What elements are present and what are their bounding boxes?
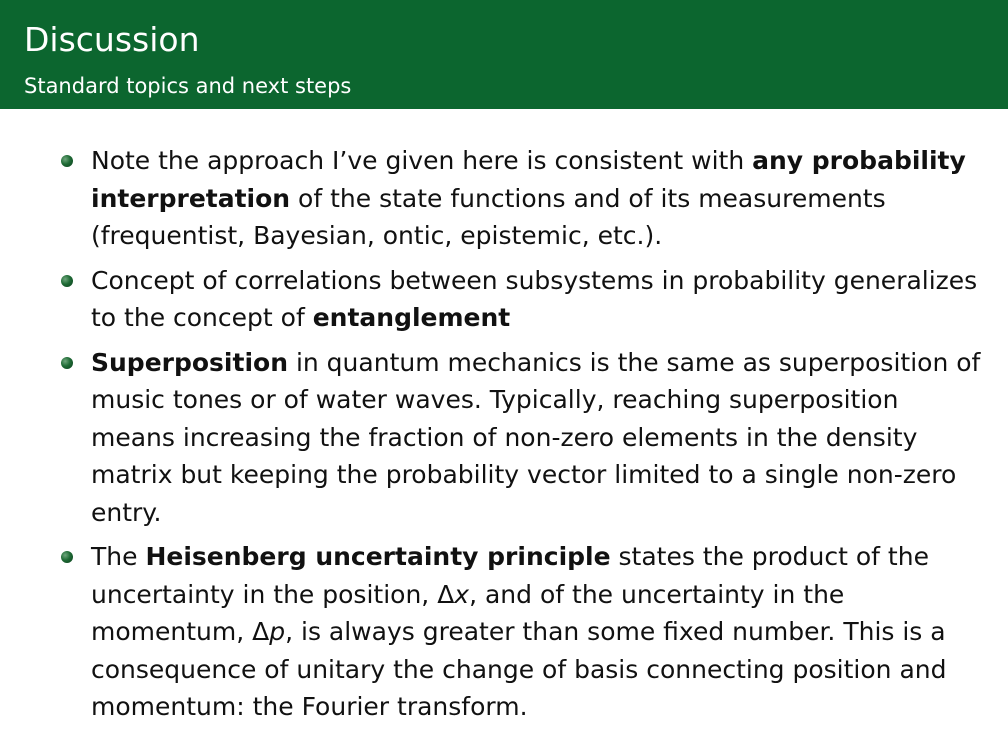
bullet-item: Superposition in quantum mechanics is th… (0, 344, 1008, 532)
bold-term: Superposition (91, 347, 288, 377)
text-run: consequence of unitary the change of bas… (91, 654, 947, 684)
bullet-line: matrix but keeping the probability vecto… (91, 456, 998, 494)
text-run: Δ (252, 617, 270, 646)
bullet-line: consequence of unitary the change of bas… (91, 651, 998, 689)
bullet-item: Concept of correlations between subsyste… (0, 262, 1008, 337)
text-run: matrix but keeping the probability vecto… (91, 460, 957, 489)
math-symbol: x (454, 579, 470, 609)
bullet-dot-icon (61, 551, 73, 563)
text-run: , and of the uncertainty in the (469, 579, 845, 609)
bullet-line: The Heisenberg uncertainty principle sta… (91, 538, 998, 576)
bullet-line: (frequentist, Bayesian, ontic, epistemic… (91, 217, 998, 255)
bullet-line: to the concept of entanglement (91, 299, 998, 337)
bullet-dot-icon (61, 155, 73, 167)
text-run: means increasing the fraction of non-zer… (91, 422, 918, 452)
bullet-item: The Heisenberg uncertainty principle sta… (0, 538, 1008, 726)
text-run: music tones or of water waves. Typically… (91, 385, 899, 414)
bullet-line: means increasing the fraction of non-zer… (91, 419, 998, 457)
bullet-line: momentum, Δp, is always greater than som… (91, 613, 998, 651)
text-run: states the product of the (610, 542, 929, 571)
text-run: entry. (91, 497, 162, 527)
text-run: momentum: the Fourier transform. (91, 692, 528, 721)
bullet-line: interpretation of the state functions an… (91, 180, 998, 218)
bullet-dot-icon (61, 274, 73, 287)
bullet-list: Note the approach I’ve given here is con… (0, 142, 1008, 733)
text-run: Note the approach I’ve given here is con… (91, 146, 753, 175)
slide-body: Note the approach I’ve given here is con… (0, 109, 1008, 756)
text-run: The (91, 542, 146, 571)
bullet-line: Note the approach I’ve given here is con… (91, 142, 998, 180)
bullet-line: entry. (91, 494, 998, 532)
text-run: to the concept of (91, 303, 313, 332)
text-run: momentum, (91, 617, 253, 646)
text-run: Concept of correlations between subsyste… (91, 265, 978, 295)
text-run: in quantum mechanics is the same as supe… (288, 347, 981, 377)
bullet-line: momentum: the Fourier transform. (91, 688, 998, 726)
bullet-item: Note the approach I’ve given here is con… (0, 142, 1008, 255)
bullet-line: Superposition in quantum mechanics is th… (91, 344, 998, 382)
bullet-dot-icon (61, 356, 73, 369)
bullet-line: Concept of correlations between subsyste… (91, 262, 998, 300)
bullet-line: music tones or of water waves. Typically… (91, 381, 998, 419)
bold-term: any probability (752, 146, 966, 175)
text-run: of the state functions and of its measur… (290, 183, 886, 213)
slide-subtitle: Standard topics and next steps (24, 74, 352, 98)
text-run: , is always greater than some fixed numb… (285, 617, 946, 646)
math-symbol: p (269, 617, 286, 646)
text-run: uncertainty in the position, (91, 579, 438, 609)
slide-header: Discussion Standard topics and next step… (0, 0, 1008, 109)
text-run: Δ (437, 579, 455, 609)
bold-term: interpretation (91, 183, 291, 213)
bullet-line: uncertainty in the position, Δx, and of … (91, 576, 998, 614)
bold-term: Heisenberg uncertainty principle (145, 542, 611, 571)
slide-title: Discussion (24, 20, 200, 59)
bold-term: entanglement (312, 303, 511, 332)
text-run: (frequentist, Bayesian, ontic, epistemic… (91, 221, 663, 250)
